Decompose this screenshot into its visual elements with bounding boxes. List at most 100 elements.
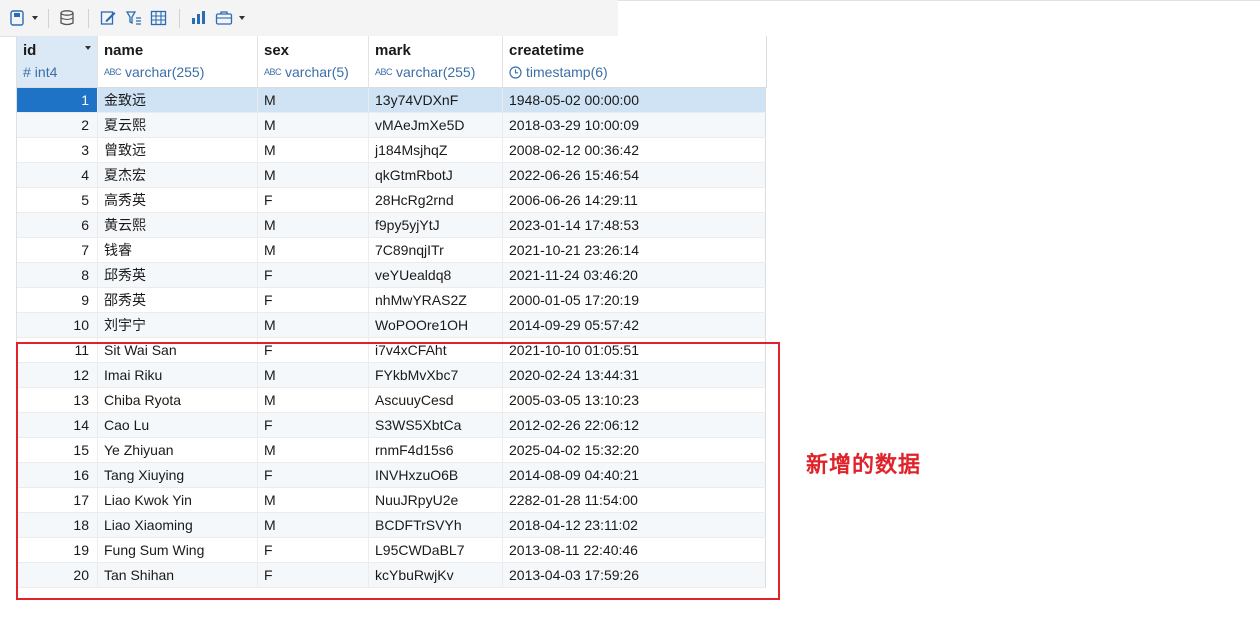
column-name: sex [264, 42, 290, 59]
column-name: createtime [509, 42, 585, 59]
cell-sex[interactable]: M [258, 238, 369, 262]
database-icon[interactable] [59, 9, 75, 27]
table-row[interactable]: 1 金致远 M 13y74VDXnF 1948-05-02 00:00:00 [17, 88, 766, 113]
chevron-down-icon[interactable] [239, 16, 245, 20]
cell-mark[interactable]: veYUealdq8 [369, 263, 503, 287]
table-row[interactable]: 3 曾致远 Mj184MsjhqZ 2008-02-12 00:36:42 [17, 138, 766, 163]
table-row[interactable]: 10 刘宇宁 M WoPOOre1OH 2014-09-29 05:57:42 [17, 313, 766, 338]
cell-id[interactable]: 9 [17, 288, 98, 312]
cell-sex[interactable]: M [258, 163, 369, 187]
cell-sex[interactable]: M [258, 88, 369, 112]
cell-name[interactable]: 金致远 [98, 88, 258, 112]
cell-createtime[interactable]: 2021-10-21 23:26:14 [503, 238, 766, 262]
cell-createtime[interactable]: 1948-05-02 00:00:00 [503, 88, 766, 112]
table-row[interactable]: 5 高秀英 F 28HcRg2rnd 2006-06-26 14:29:11 [17, 188, 766, 213]
cell-id[interactable]: 6 [17, 213, 98, 237]
column-header-id[interactable]: id # int4 [17, 36, 98, 87]
table-row[interactable]: 8 邱秀英 FveYUealdq8 2021-11-24 03:46:20 [17, 263, 766, 288]
grid-icon[interactable] [150, 9, 167, 27]
chevron-down-icon[interactable] [32, 16, 38, 20]
number-type-icon: # [23, 64, 31, 80]
cell-name[interactable]: 邱秀英 [98, 263, 258, 287]
cell-sex[interactable]: M [258, 138, 369, 162]
cell-sex[interactable]: M [258, 213, 369, 237]
cell-name[interactable]: 夏云熙 [98, 113, 258, 137]
cell-sex[interactable]: F [258, 188, 369, 212]
cell-name[interactable]: 曾致远 [98, 138, 258, 162]
cell-name[interactable]: 邵秀英 [98, 288, 258, 312]
filter-icon[interactable] [125, 9, 142, 27]
cell-id[interactable]: 3 [17, 138, 98, 162]
grid-header: id # int4 name ABC varchar(255) sex ABC … [17, 36, 767, 88]
cell-sex[interactable]: F [258, 263, 369, 287]
column-type: # int4 [23, 64, 57, 80]
cell-id[interactable]: 10 [17, 313, 98, 337]
cell-createtime[interactable]: 2018-03-29 10:00:09 [503, 113, 766, 137]
cell-createtime[interactable]: 2021-11-24 03:46:20 [503, 263, 766, 287]
briefcase-icon[interactable] [215, 9, 233, 27]
cell-createtime[interactable]: 2000-01-05 17:20:19 [503, 288, 766, 312]
cell-name[interactable]: 高秀英 [98, 188, 258, 212]
column-type-label: varchar(255) [396, 64, 476, 80]
cell-name[interactable]: 黄云熙 [98, 213, 258, 237]
cell-id[interactable]: 2 [17, 113, 98, 137]
cell-createtime[interactable]: 2006-06-26 14:29:11 [503, 188, 766, 212]
cell-mark[interactable]: 28HcRg2rnd [369, 188, 503, 212]
column-type-label: varchar(255) [125, 64, 205, 80]
cell-mark[interactable]: qkGtmRbotJ [369, 163, 503, 187]
sort-dropdown-icon[interactable] [85, 46, 91, 50]
cell-mark[interactable]: 13y74VDXnF [369, 88, 503, 112]
chart-icon[interactable] [190, 9, 207, 27]
toolbar-edge [618, 0, 1260, 1]
edit-icon[interactable] [100, 9, 117, 27]
annotation-label: 新增的数据 [806, 453, 922, 478]
cell-mark[interactable]: j184MsjhqZ [369, 138, 503, 162]
column-header-createtime[interactable]: createtime timestamp(6) [503, 36, 766, 87]
cell-sex[interactable]: M [258, 313, 369, 337]
cell-mark[interactable]: f9py5yjYtJ [369, 213, 503, 237]
cell-id[interactable]: 5 [17, 188, 98, 212]
clock-icon [509, 65, 522, 79]
cell-sex[interactable]: F [258, 288, 369, 312]
cell-createtime[interactable]: 2014-09-29 05:57:42 [503, 313, 766, 337]
column-type: ABC varchar(5) [264, 64, 349, 80]
cell-mark[interactable]: WoPOOre1OH [369, 313, 503, 337]
table-row[interactable]: 7 钱睿 M 7C89nqjITr 2021-10-21 23:26:14 [17, 238, 766, 263]
table-row[interactable]: 6 黄云熙 Mf9py5yjYtJ 2023-01-14 17:48:53 [17, 213, 766, 238]
toolbar-divider [88, 9, 89, 28]
text-type-icon: ABC [104, 67, 122, 77]
column-header-sex[interactable]: sex ABC varchar(5) [258, 36, 369, 87]
column-type: timestamp(6) [509, 64, 608, 80]
column-header-mark[interactable]: mark ABC varchar(255) [369, 36, 503, 87]
cell-createtime[interactable]: 2008-02-12 00:36:42 [503, 138, 766, 162]
toolbar-divider [48, 9, 49, 28]
column-type-label: int4 [34, 64, 58, 80]
cell-name[interactable]: 夏杰宏 [98, 163, 258, 187]
column-name: id [23, 42, 37, 59]
toolbar-divider [179, 9, 180, 28]
text-type-icon: ABC [264, 67, 282, 77]
table-row[interactable]: 9 邵秀英 FnhMwYRAS2Z 2000-01-05 17:20:19 [17, 288, 766, 313]
cell-id[interactable]: 4 [17, 163, 98, 187]
column-type-label: varchar(5) [285, 64, 349, 80]
table-row[interactable]: 4 夏杰宏 MqkGtmRbotJ 2022-06-26 15:46:54 [17, 163, 766, 188]
save-icon[interactable] [9, 9, 25, 27]
cell-sex[interactable]: M [258, 113, 369, 137]
cell-id[interactable]: 1 [17, 88, 98, 112]
column-name: mark [375, 42, 411, 59]
toolbar [0, 0, 618, 37]
cell-createtime[interactable]: 2022-06-26 15:46:54 [503, 163, 766, 187]
cell-name[interactable]: 钱睿 [98, 238, 258, 262]
cell-mark[interactable]: vMAeJmXe5D [369, 113, 503, 137]
column-header-name[interactable]: name ABC varchar(255) [98, 36, 258, 87]
cell-mark[interactable]: nhMwYRAS2Z [369, 288, 503, 312]
cell-id[interactable]: 8 [17, 263, 98, 287]
cell-name[interactable]: 刘宇宁 [98, 313, 258, 337]
text-type-icon: ABC [375, 67, 393, 77]
cell-mark[interactable]: 7C89nqjITr [369, 238, 503, 262]
cell-createtime[interactable]: 2023-01-14 17:48:53 [503, 213, 766, 237]
column-name: name [104, 42, 144, 59]
table-row[interactable]: 2 夏云熙 MvMAeJmXe5D 2018-03-29 10:00:09 [17, 113, 766, 138]
column-type: ABC varchar(255) [104, 64, 204, 80]
cell-id[interactable]: 7 [17, 238, 98, 262]
